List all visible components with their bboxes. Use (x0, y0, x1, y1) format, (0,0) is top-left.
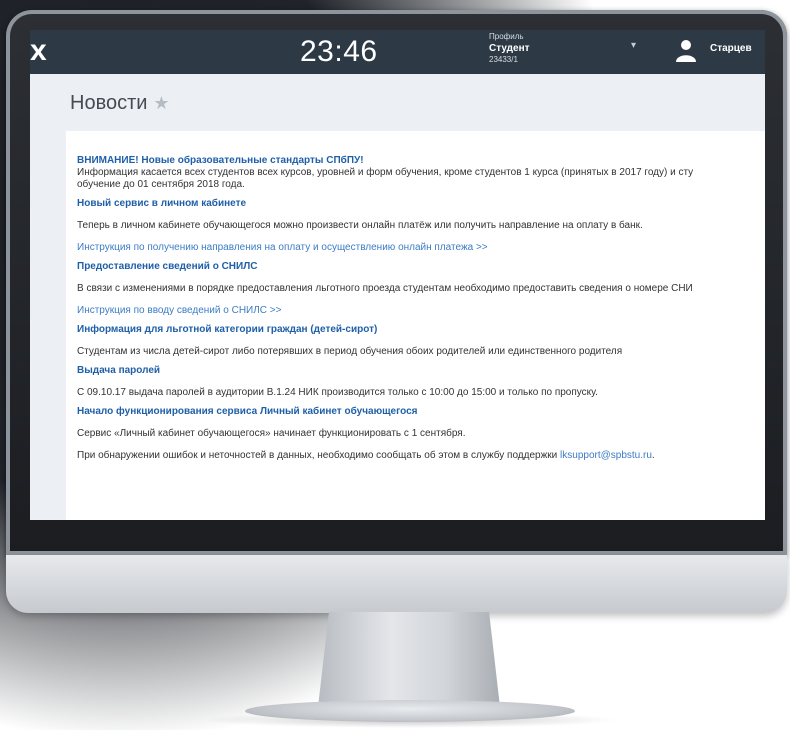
news-title[interactable]: Начало функционирования сервиса Личный к… (77, 406, 418, 417)
support-email-link[interactable]: lksupport@spbstu.ru (560, 450, 652, 461)
monitor-base (245, 700, 575, 722)
close-icon[interactable]: x (30, 36, 47, 66)
profile-group-id: 23433/1 (489, 55, 518, 64)
news-title[interactable]: Информация для льготной категории гражда… (77, 324, 377, 335)
chevron-down-icon[interactable]: ▾ (631, 40, 636, 51)
top-navbar: x 23:46 Профиль Студент 23433/1 ▾ Старце… (30, 30, 765, 74)
news-text: Теперь в личном кабинете обучающегося мо… (77, 220, 643, 231)
news-list: ВНИМАНИЕ! Новые образовательные стандарт… (77, 155, 765, 462)
news-text: Информация касается всех студентов всех … (77, 167, 694, 178)
news-title[interactable]: ВНИМАНИЕ! Новые образовательные стандарт… (77, 155, 364, 166)
star-icon[interactable]: ★ (153, 93, 169, 113)
news-text: В связи с изменениями в порядке предоста… (77, 283, 693, 294)
news-text: С 09.10.17 выдача паролей в аудитории В.… (77, 387, 598, 398)
user-icon[interactable] (674, 38, 698, 62)
news-title[interactable]: Выдача паролей (77, 365, 160, 376)
news-text: обучение до 01 сентября 2018 года. (77, 179, 245, 190)
page-title: Новости ★ (70, 92, 170, 115)
monitor-stand (318, 612, 500, 707)
profile-selector[interactable]: Профиль Студент 23433/1 (489, 32, 530, 65)
user-name[interactable]: Старцев (710, 43, 752, 54)
news-text: Сервис «Личный кабинет обучающегося» нач… (77, 428, 466, 439)
news-title[interactable]: Предоставление сведений о СНИЛС (77, 261, 257, 272)
page-title-text: Новости (70, 92, 148, 114)
monitor-chin (6, 555, 787, 613)
news-panel: ВНИМАНИЕ! Новые образовательные стандарт… (66, 131, 765, 520)
monitor-screen: x 23:46 Профиль Студент 23433/1 ▾ Старце… (30, 30, 765, 520)
profile-role: Студент (489, 43, 530, 54)
instruction-link[interactable]: Инструкция по вводу сведений о СНИЛС >> (77, 305, 281, 316)
instruction-link[interactable]: Инструкция по получению направления на о… (77, 242, 488, 253)
news-text: . (651, 450, 655, 461)
clock: 23:46 (300, 35, 378, 68)
news-title[interactable]: Новый сервис в личном кабинете (77, 198, 246, 209)
news-text: Студентам из числа детей-сирот либо поте… (77, 346, 623, 357)
profile-caption: Профиль (489, 32, 524, 41)
news-text: При обнаружении ошибок и неточностей в д… (77, 450, 561, 461)
